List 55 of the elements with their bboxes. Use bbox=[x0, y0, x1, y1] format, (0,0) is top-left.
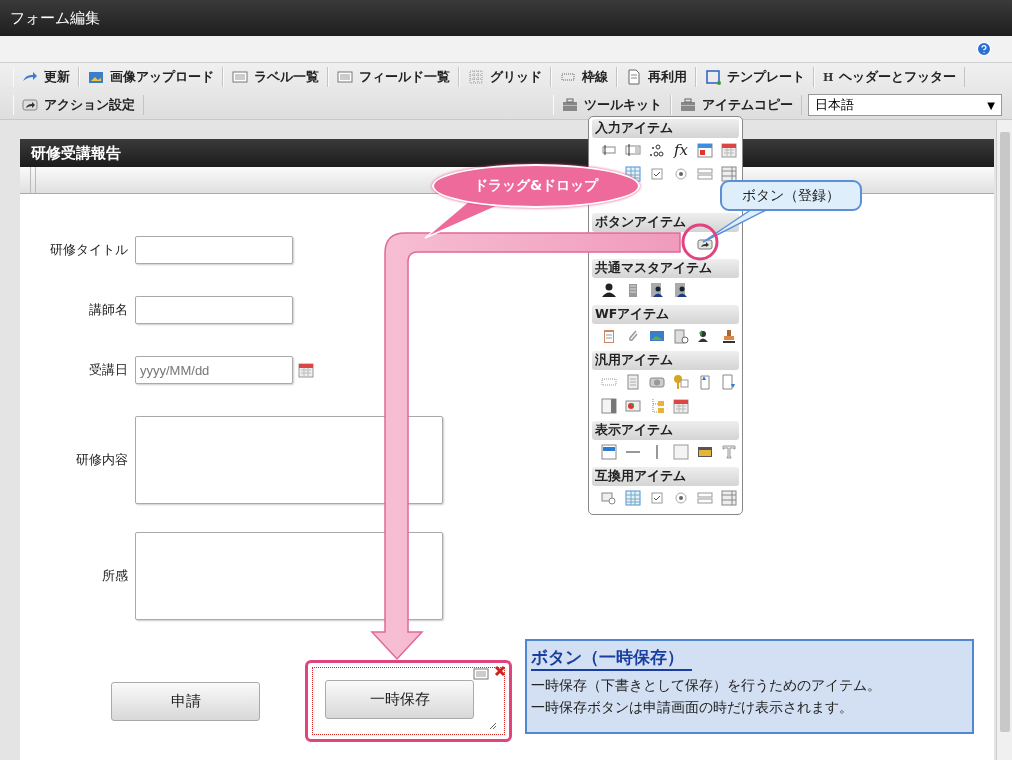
field-label: 研修内容 bbox=[75, 451, 128, 469]
formula-icon[interactable]: fx bbox=[674, 141, 688, 159]
field-label: 研修タイトル bbox=[49, 241, 128, 259]
section-heading: 入力アイテム bbox=[592, 119, 739, 138]
toolbar-button[interactable]: アクション設定 bbox=[13, 95, 144, 115]
toolbar-button[interactable]: テンプレート bbox=[696, 67, 814, 87]
section-heading: 共通マスタアイテム bbox=[592, 259, 739, 278]
window-title: フォーム編集 bbox=[10, 8, 100, 28]
grid-icon bbox=[468, 69, 484, 85]
image-upload-icon bbox=[88, 69, 104, 85]
toolbar-button[interactable]: 更新 bbox=[13, 67, 79, 87]
toolbar-button[interactable]: アイテムコピー bbox=[671, 95, 802, 115]
section-heading: WFアイテム bbox=[592, 305, 739, 324]
toolbar-button[interactable]: ラベル一覧 bbox=[223, 67, 328, 87]
section-heading: 表示アイテム bbox=[592, 421, 739, 440]
toolbar-button[interactable]: グリッド bbox=[459, 67, 551, 87]
list-icon bbox=[473, 666, 489, 682]
frame-icon bbox=[705, 69, 721, 85]
text-area[interactable] bbox=[135, 416, 443, 504]
form-button[interactable]: 申請 bbox=[111, 681, 260, 721]
resize-handle-icon[interactable] bbox=[489, 722, 497, 730]
toolbox-icon bbox=[680, 97, 696, 113]
toolbar-button[interactable]: ツールキット bbox=[553, 95, 671, 115]
list-icon bbox=[232, 69, 248, 85]
document-icon bbox=[626, 69, 642, 85]
section-heading: 汎用アイテム bbox=[592, 351, 739, 370]
text-area[interactable] bbox=[135, 532, 443, 620]
description-text: 一時保存ボタンは申請画面の時だけ表示されます。 bbox=[531, 698, 854, 717]
toolbox-icon bbox=[562, 97, 578, 113]
toolbar-button[interactable]: 画像アップロード bbox=[79, 67, 223, 87]
toolbar-button[interactable]: 再利用 bbox=[617, 67, 696, 87]
section-heading: ボタンアイテム bbox=[592, 213, 739, 232]
toolbar-button[interactable]: 枠線 bbox=[551, 67, 617, 87]
form-title: 研修受講報告 bbox=[31, 143, 121, 163]
toolbar-button[interactable]: フィールド一覧 bbox=[328, 67, 459, 87]
button-callout: ボタン（登録） bbox=[720, 180, 862, 211]
scrollbar[interactable] bbox=[996, 120, 1012, 760]
header-icon: H bbox=[823, 70, 834, 84]
section-heading: 互換用アイテム bbox=[592, 467, 739, 486]
help-icon[interactable] bbox=[976, 41, 992, 57]
toolbar-button[interactable]: H ヘッダーとフッター bbox=[814, 67, 966, 87]
calendar-icon bbox=[298, 362, 314, 378]
text-field[interactable] bbox=[135, 296, 293, 324]
list-icon bbox=[337, 69, 353, 85]
description-text: 一時保存（下書きとして保存）を行うためのアイテム。 bbox=[531, 676, 882, 695]
field-label: 所感 bbox=[101, 567, 128, 585]
field-label: 受講日 bbox=[88, 361, 128, 379]
dropdown-caret-icon: ▼ bbox=[987, 99, 995, 111]
close-icon[interactable] bbox=[494, 665, 506, 677]
field-label: 講師名 bbox=[88, 301, 128, 319]
date-field[interactable]: yyyy/MM/dd bbox=[135, 356, 293, 384]
language-select[interactable]: 日本語 ▼ bbox=[808, 94, 1002, 116]
text-field[interactable] bbox=[135, 236, 293, 264]
description-title: ボタン（一時保存） bbox=[531, 646, 692, 671]
form-button[interactable]: 一時保存 bbox=[325, 680, 474, 719]
